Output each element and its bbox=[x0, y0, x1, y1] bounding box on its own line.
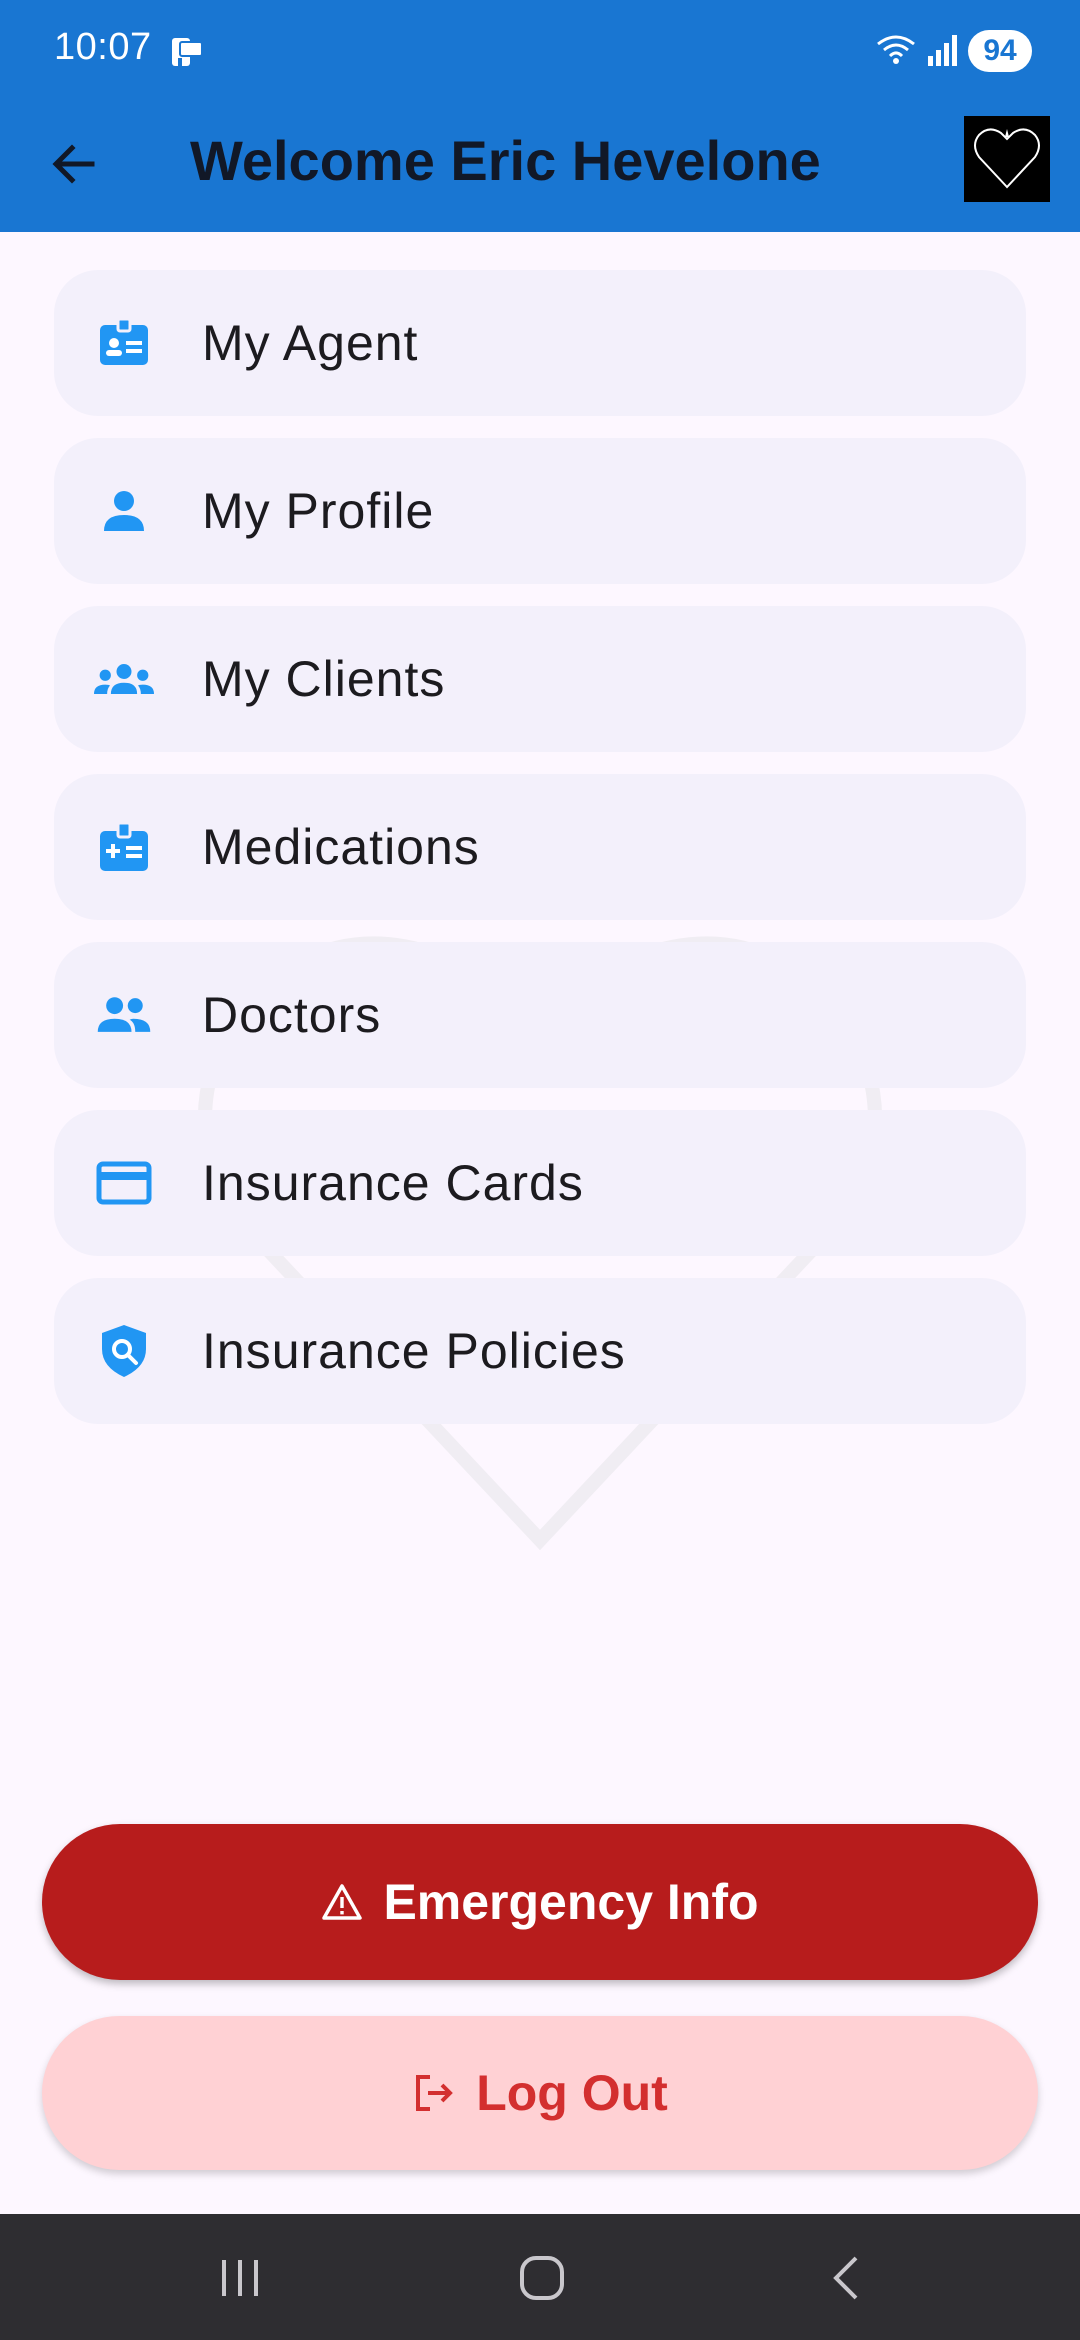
page-title: Welcome Eric Hevelone bbox=[190, 129, 821, 192]
menu-item-label: Insurance Policies bbox=[202, 1323, 626, 1379]
notification-icon bbox=[168, 32, 208, 72]
status-time: 10:07 bbox=[54, 26, 152, 68]
warning-icon bbox=[322, 1884, 363, 1920]
shield-search-icon bbox=[94, 1321, 154, 1381]
menu-item-label: Insurance Cards bbox=[202, 1155, 584, 1211]
top-bar: 10:07 94 Welcome Eric Hevelone bbox=[0, 0, 1080, 232]
app-bar: Welcome Eric Hevelone bbox=[0, 100, 1080, 232]
home-icon bbox=[520, 2256, 564, 2300]
battery-indicator: 94 bbox=[968, 30, 1032, 72]
menu-item-label: My Agent bbox=[202, 315, 419, 371]
menu-item-doctors[interactable]: Doctors bbox=[54, 942, 1026, 1088]
menu-item-my-agent[interactable]: My Agent bbox=[54, 270, 1026, 416]
menu-item-label: My Clients bbox=[202, 651, 446, 707]
people-icon bbox=[94, 985, 154, 1045]
recents-icon bbox=[222, 2260, 258, 2296]
badge-icon bbox=[94, 313, 154, 373]
system-back-button[interactable] bbox=[814, 2246, 878, 2310]
groups-icon bbox=[94, 649, 154, 709]
menu-item-insurance-cards[interactable]: Insurance Cards bbox=[54, 1110, 1026, 1256]
back-icon bbox=[833, 2256, 858, 2300]
menu-item-label: Doctors bbox=[202, 987, 382, 1043]
status-bar: 10:07 94 bbox=[0, 0, 1080, 100]
home-button[interactable] bbox=[510, 2246, 574, 2310]
menu-item-label: Medications bbox=[202, 819, 480, 875]
medical-kit-icon bbox=[94, 817, 154, 877]
signal-icon bbox=[926, 32, 962, 68]
wifi-icon bbox=[876, 30, 916, 70]
system-nav-bar bbox=[0, 2214, 1080, 2340]
back-button[interactable] bbox=[36, 126, 112, 202]
menu-item-medications[interactable]: Medications bbox=[54, 774, 1026, 920]
menu-item-my-clients[interactable]: My Clients bbox=[54, 606, 1026, 752]
recents-button[interactable] bbox=[208, 2246, 272, 2310]
heart-logo-icon bbox=[964, 116, 1050, 202]
emergency-info-label: Emergency Info bbox=[383, 1874, 759, 1930]
logout-label: Log Out bbox=[476, 2065, 668, 2121]
menu-item-my-profile[interactable]: My Profile bbox=[54, 438, 1026, 584]
arrow-left-icon bbox=[52, 144, 95, 184]
logout-button[interactable]: Log Out bbox=[42, 2016, 1038, 2170]
emergency-info-button[interactable]: Emergency Info bbox=[42, 1824, 1038, 1980]
menu-item-label: My Profile bbox=[202, 483, 435, 539]
logout-icon bbox=[416, 2075, 454, 2111]
credit-card-icon bbox=[94, 1153, 154, 1213]
menu-list: My Agent My Profile My Clients Medicatio… bbox=[54, 270, 1026, 1446]
person-icon bbox=[94, 481, 154, 541]
menu-item-insurance-policies[interactable]: Insurance Policies bbox=[54, 1278, 1026, 1424]
